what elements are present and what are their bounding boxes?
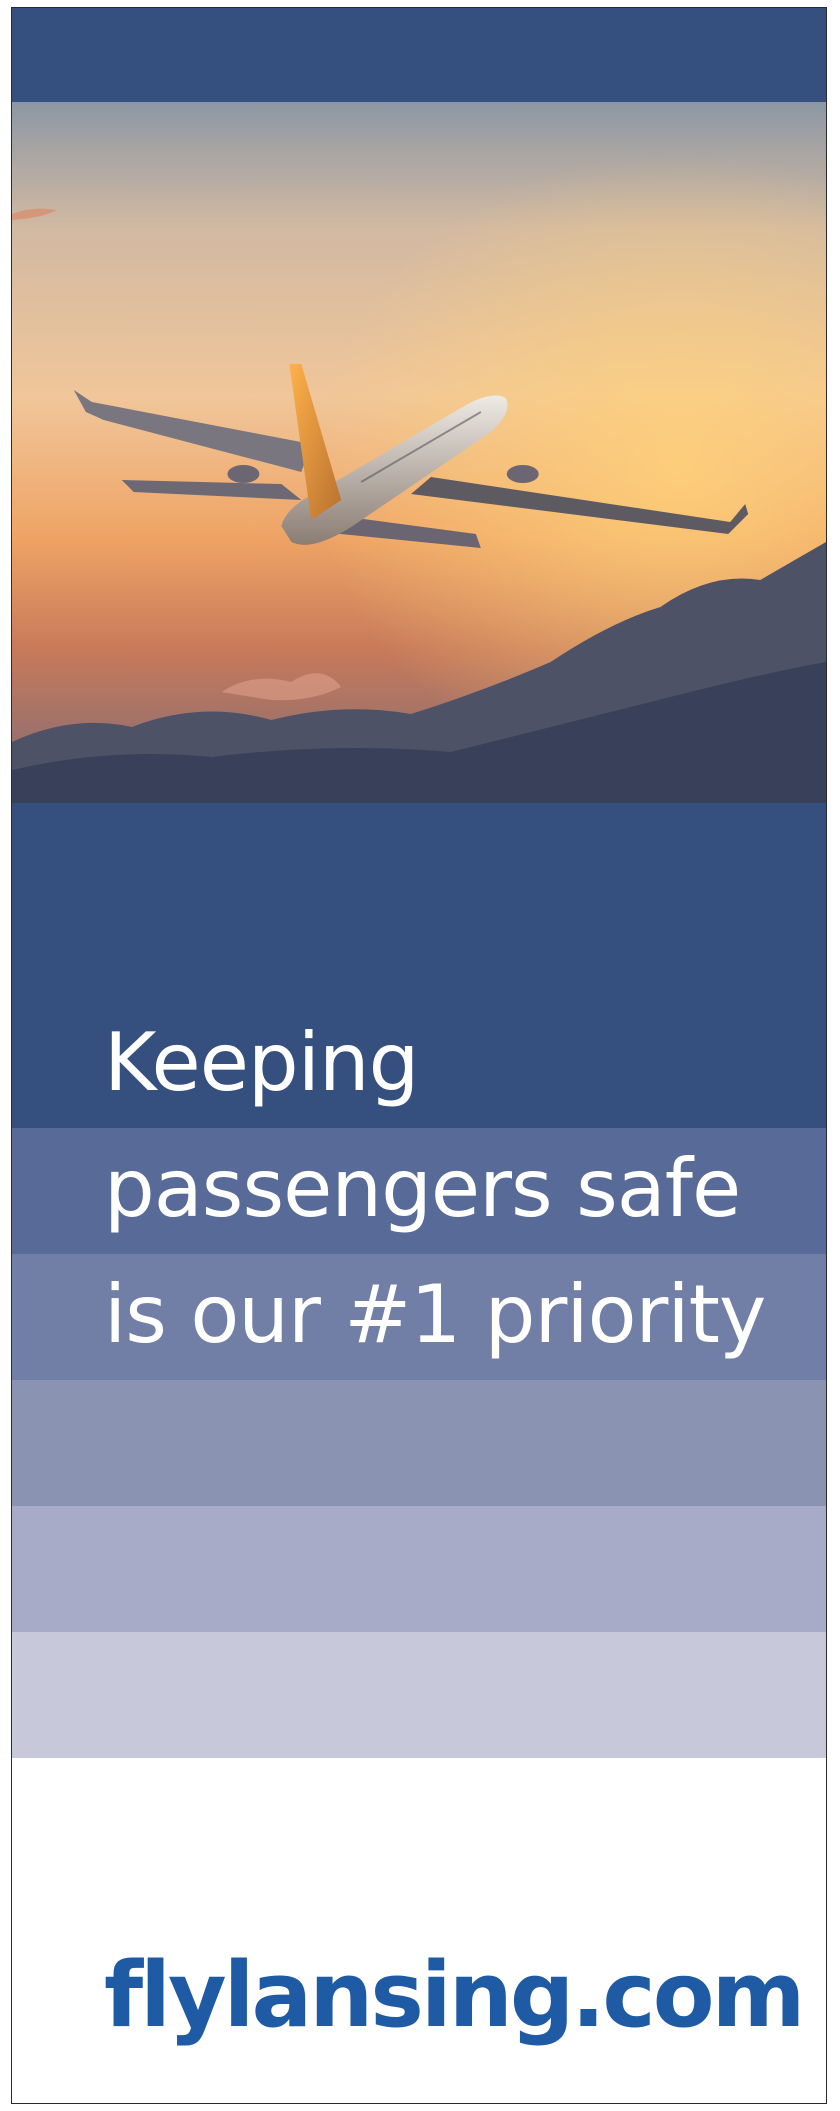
airplane-photo (12, 102, 826, 803)
headline-line-2: passengers safe (104, 1142, 741, 1235)
airplane-sunset-illustration (12, 102, 826, 803)
headline-line-3: is our #1 priority (104, 1268, 766, 1361)
stripe-3 (12, 1380, 826, 1506)
stripe-5 (12, 1632, 826, 1758)
headline-line-1: Keeping (104, 1016, 419, 1109)
banner: Keeping passengers safe is our #1 priori… (11, 7, 827, 2104)
website-url: flylansing.com (104, 1943, 805, 2048)
top-color-band (12, 8, 826, 102)
headline: Keeping passengers safe is our #1 priori… (104, 1000, 804, 1378)
stripe-4 (12, 1506, 826, 1632)
